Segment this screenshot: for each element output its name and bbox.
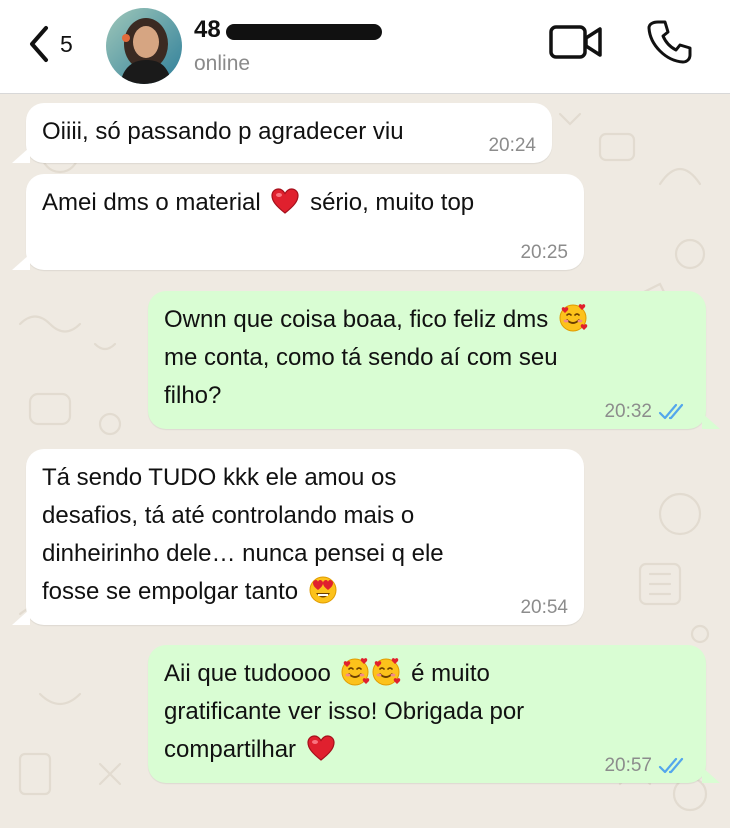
message-bubble-outgoing[interactable]: Aii que tudoooo é muito gratificante ver…: [148, 645, 720, 783]
message-text: fosse se empolgar tanto: [42, 578, 299, 605]
message-text: Aii que tudoooo: [164, 660, 331, 687]
contact-name: 48: [194, 16, 221, 43]
redaction-mark: [226, 24, 382, 40]
message-text-line: Amei dms o material sério, muito top: [42, 184, 568, 222]
message-time: 20:32: [604, 401, 690, 423]
message-text: compartilhar: [164, 736, 297, 763]
double-check-icon: [658, 403, 684, 420]
smiling-face-with-hearts-emoji: [341, 658, 370, 686]
message-bubble-incoming[interactable]: Amei dms o material sério, muito top 20:…: [12, 174, 584, 270]
contact-status: online: [194, 52, 251, 75]
message-text-line: Ownn que coisa boaa, fico feliz dms: [164, 301, 690, 339]
message-text: Tá sendo TUDO kkk ele amou os: [42, 464, 397, 491]
bubble-tail: [12, 254, 30, 270]
red-heart-emoji: [307, 735, 335, 761]
message-text-line: Aii que tudoooo é muito: [164, 655, 690, 693]
video-camera-icon: [549, 25, 602, 59]
bubble-tail: [702, 413, 720, 429]
chat-area[interactable]: Oiiii, só passando p agradecer viu 20:24…: [0, 94, 730, 828]
message-text: dinheirinho dele… nunca pensei q ele: [42, 540, 444, 567]
smiling-face-with-hearts-emoji: [559, 304, 588, 332]
message-time: 20:24: [488, 135, 536, 156]
message-text: Ownn que coisa boaa, fico feliz dms: [164, 306, 549, 333]
message-text: Oiiii, só passando p agradecer viu: [42, 118, 404, 145]
bubble-tail: [702, 767, 720, 783]
back-button[interactable]: 5: [26, 22, 86, 66]
message-text: Amei dms o material: [42, 189, 261, 216]
message-text: me conta, como tá sendo aí com seu: [164, 344, 558, 371]
message-bubble-incoming[interactable]: Oiiii, só passando p agradecer viu 20:24: [12, 103, 552, 163]
bubble-tail: [12, 147, 30, 163]
heart-eyes-emoji: [309, 576, 337, 604]
message-bubble-outgoing[interactable]: Ownn que coisa boaa, fico feliz dms me c…: [148, 291, 720, 429]
message-text: é muito: [411, 660, 490, 687]
chat-header: 5 48 online: [0, 0, 730, 94]
message-text: desafios, tá até controlando mais o: [42, 502, 415, 529]
double-check-icon: [658, 757, 684, 774]
message-text: sério, muito top: [310, 189, 475, 216]
smiling-face-with-hearts-emoji: [372, 658, 401, 686]
avatar[interactable]: [106, 8, 182, 84]
message-text: gratificante ver isso! Obrigada por: [164, 698, 525, 725]
unread-count: 5: [60, 30, 73, 57]
message-time: 20:54: [520, 597, 568, 618]
voice-call-button[interactable]: [644, 16, 694, 66]
message-time: 20:57: [604, 755, 690, 777]
bubble-tail: [12, 609, 30, 625]
message-text-line: fosse se empolgar tanto: [42, 573, 568, 611]
red-heart-emoji: [271, 188, 300, 214]
message-time: 20:25: [520, 242, 568, 263]
phone-icon: [647, 20, 692, 64]
message-bubble-incoming[interactable]: Tá sendo TUDO kkk ele amou os desafios, …: [12, 449, 584, 625]
chevron-left-icon: [30, 26, 48, 62]
video-call-button[interactable]: [548, 20, 604, 64]
